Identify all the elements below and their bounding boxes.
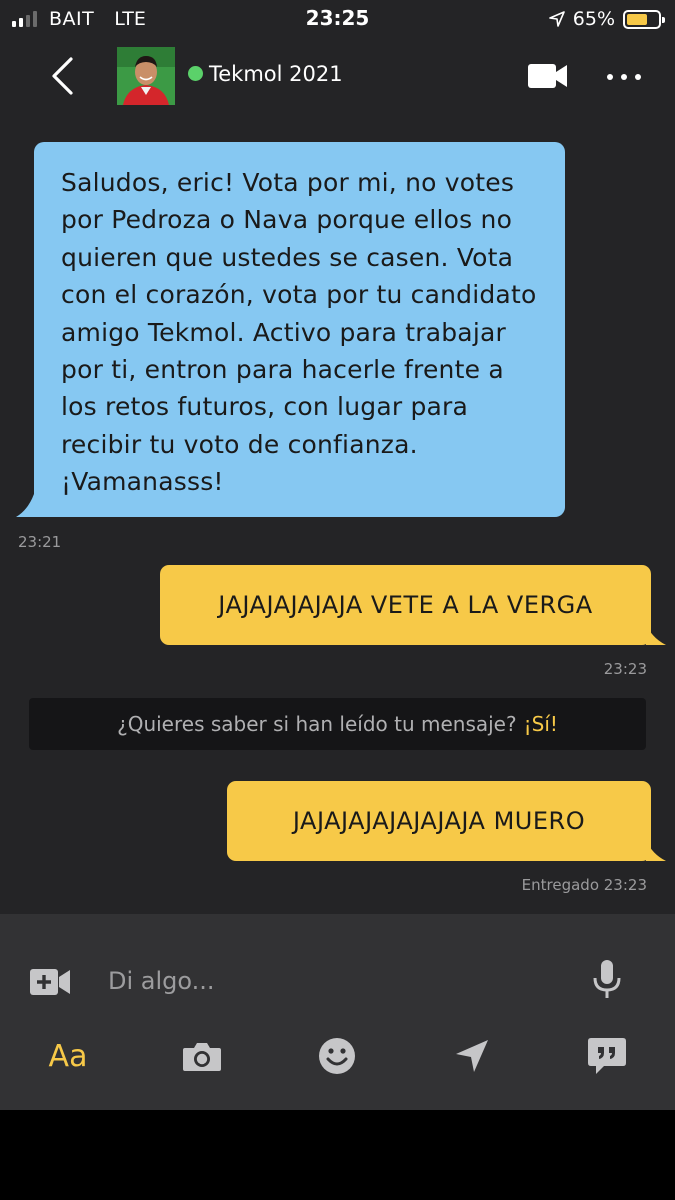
delivery-status: Entregado 23:23 <box>521 876 647 894</box>
profile-photo <box>117 47 175 105</box>
message-line: ¡Vamanasss! <box>61 467 224 497</box>
camera-button[interactable] <box>180 1034 224 1078</box>
avatar[interactable] <box>117 47 175 105</box>
video-camera-icon <box>528 64 567 88</box>
message-line: por Pedroza o Nava porque ellos no <box>61 205 513 235</box>
bubble-tail <box>16 494 46 517</box>
back-button[interactable] <box>42 54 82 98</box>
composer-toolbar: Aa <box>0 1034 675 1082</box>
online-status-dot <box>188 66 203 81</box>
status-bar: BAIT LTE 23:25 65% <box>0 0 675 40</box>
more-options-button[interactable] <box>604 62 644 92</box>
add-video-icon <box>30 969 70 995</box>
microphone-icon <box>593 960 621 998</box>
outgoing-message-bubble[interactable]: JAJAJAJAJAJAJAJA MUERO <box>227 781 651 861</box>
dot <box>607 74 613 80</box>
share-location-button[interactable] <box>450 1034 494 1078</box>
read-receipt-yes-link[interactable]: ¡Sí! <box>524 712 558 736</box>
contact-name[interactable]: Tekmol 2021 <box>209 62 343 86</box>
add-video-button[interactable] <box>30 966 72 998</box>
message-input[interactable] <box>108 962 548 1000</box>
message-line: quieren que ustedes se casen. Vota <box>61 242 514 272</box>
saved-phrases-button[interactable] <box>585 1034 629 1078</box>
battery-level <box>627 13 647 25</box>
incoming-message-bubble[interactable]: Saludos, eric! Vota por mi, no votes por… <box>34 142 565 517</box>
message-line: recibir tu voto de confianza. <box>61 429 418 459</box>
emoji-icon <box>319 1038 355 1074</box>
outgoing-message-bubble[interactable]: JAJAJAJAJAJA VETE A LA VERGA <box>160 565 651 645</box>
battery-percent: 65% <box>572 8 615 30</box>
message-line: los retos futuros, con lugar para <box>61 392 469 422</box>
chevron-left-icon <box>52 57 73 95</box>
battery-icon <box>623 9 665 29</box>
message-line: por ti, entron para hacerle frente a <box>61 355 504 385</box>
video-call-button[interactable] <box>528 60 568 92</box>
read-receipt-banner[interactable]: ¿Quieres saber si han leído tu mensaje? … <box>29 698 646 750</box>
chat-screen: BAIT LTE 23:25 65% Tekmol 2021 Saludos, … <box>0 0 675 1110</box>
saved-phrases-icon <box>588 1038 626 1074</box>
chat-header: Tekmol 2021 <box>0 40 675 116</box>
location-arrow-icon <box>548 11 565 27</box>
bubble-tail <box>646 624 666 645</box>
composer: Aa <box>0 914 675 1110</box>
message-line: con el corazón, vota por tu candidato <box>61 280 537 310</box>
microphone-button[interactable] <box>592 960 622 1000</box>
message-timestamp: 23:23 <box>603 660 647 678</box>
text-format-button[interactable]: Aa <box>46 1034 90 1078</box>
message-text: JAJAJAJAJAJAJAJA MUERO <box>292 807 586 835</box>
camera-icon <box>183 1043 221 1071</box>
location-icon <box>456 1040 488 1072</box>
bubble-tail <box>646 840 666 861</box>
emoji-button[interactable] <box>315 1034 359 1078</box>
message-line: amigo Tekmol. Activo para trabajar <box>61 317 506 347</box>
dot <box>621 74 627 80</box>
message-line: Saludos, eric! Vota por mi, no votes <box>61 168 515 197</box>
read-receipt-question: ¿Quieres saber si han leído tu mensaje? <box>117 712 517 736</box>
message-text: JAJAJAJAJAJA VETE A LA VERGA <box>218 591 593 619</box>
dot <box>635 74 641 80</box>
message-timestamp: 23:21 <box>18 533 62 551</box>
